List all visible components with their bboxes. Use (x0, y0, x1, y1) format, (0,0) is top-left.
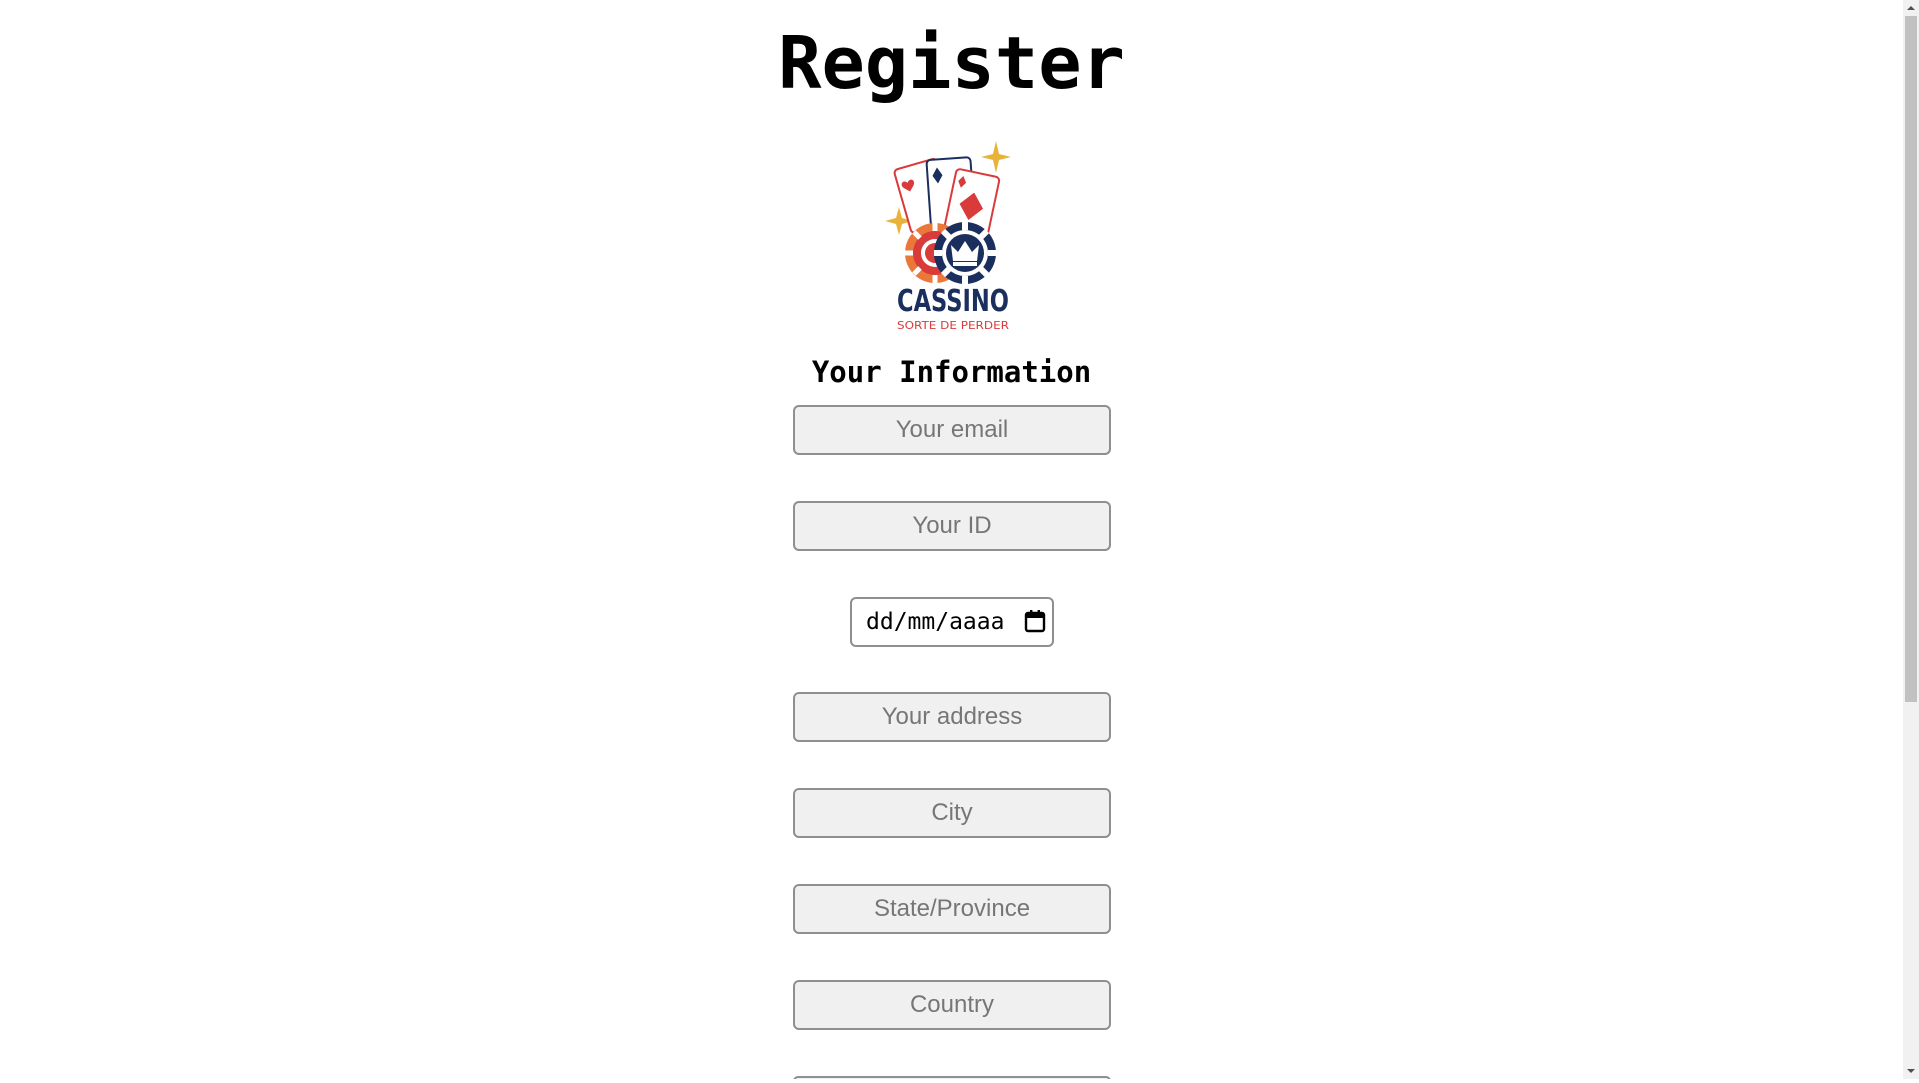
chevron-up-icon[interactable] (1903, 0, 1919, 16)
page-title: Register (778, 21, 1125, 105)
chevron-down-icon[interactable] (1903, 1063, 1919, 1079)
calendar-icon[interactable] (1024, 609, 1046, 633)
cassino-logo: CASSINO SORTE DE PERDER (885, 137, 1021, 333)
register-page: Register CASSINO SORTE DE PERDER Your In… (0, 0, 1903, 1079)
country-field[interactable]: Country (793, 980, 1111, 1030)
vertical-scrollbar[interactable] (1903, 0, 1919, 1079)
scrollbar-thumb[interactable] (1905, 16, 1917, 702)
svg-text:CASSINO: CASSINO (897, 284, 1009, 319)
svg-text:SORTE DE PERDER: SORTE DE PERDER (897, 319, 1009, 332)
id-field[interactable]: Your ID (793, 501, 1111, 551)
city-field[interactable]: City (793, 788, 1111, 838)
address-field[interactable]: Your address (793, 692, 1111, 742)
birthdate-field[interactable]: dd/mm/aaaa (850, 597, 1054, 647)
email-field[interactable]: Your email (793, 405, 1111, 455)
state-field[interactable]: State/Province (793, 884, 1111, 934)
section-title: Your Information (811, 355, 1092, 389)
date-placeholder: dd/mm/aaaa (866, 609, 1005, 635)
